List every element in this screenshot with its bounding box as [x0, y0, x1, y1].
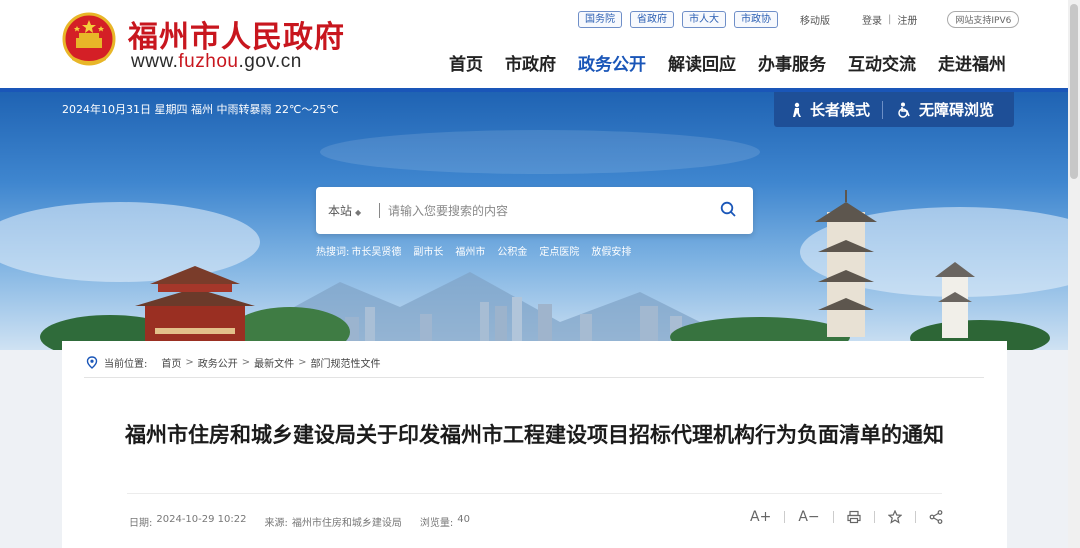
search-scope-label: 本站: [328, 204, 353, 218]
breadcrumb-separator: >: [241, 357, 251, 368]
mobile-version-link[interactable]: 移动版: [800, 12, 830, 27]
chevron-updown-icon: ◆: [355, 208, 362, 217]
login-link[interactable]: 登录: [862, 12, 882, 27]
pill-shizhengxie[interactable]: 市政协: [734, 11, 778, 28]
search-scope-select[interactable]: 本站 ◆: [328, 202, 361, 219]
views-label: 浏览量:: [419, 518, 454, 529]
breadcrumb-divider: [84, 377, 984, 378]
hot-search-label: 热搜词:: [316, 247, 350, 258]
banner: 2024年10月31日 星期四 福州 中雨转暴雨 22℃～25℃ 长者模式 无障…: [0, 92, 1080, 350]
site-header: 福州市人民政府 www.fuzhou.gov.cn 国务院 省政府 市人大 市政…: [0, 0, 1080, 88]
tool-divider: [873, 511, 875, 523]
hot-word[interactable]: 放假安排: [591, 243, 631, 258]
pill-guowuyuan[interactable]: 国务院: [578, 11, 622, 28]
breadcrumb-dept-normative[interactable]: 部门规范性文件: [311, 355, 381, 370]
font-increase-button[interactable]: A+: [750, 509, 771, 525]
weather-info: 2024年10月31日 星期四 福州 中雨转暴雨 22℃～25℃: [62, 103, 339, 116]
site-domain: www.fuzhou.gov.cn: [131, 51, 302, 73]
site-name[interactable]: 福州市人民政府: [128, 12, 345, 56]
access-divider: [882, 100, 884, 119]
breadcrumb-label: 当前位置:: [104, 359, 148, 370]
scrollbar-thumb[interactable]: [1070, 4, 1078, 179]
register-link[interactable]: 注册: [897, 12, 917, 27]
tool-divider: [832, 511, 834, 523]
hot-word[interactable]: 福州市: [455, 243, 485, 258]
breadcrumb-gov-affairs[interactable]: 政务公开: [198, 355, 238, 370]
article-tools: A+ A−: [750, 509, 943, 525]
breadcrumb-home[interactable]: 首页: [161, 355, 181, 370]
wheelchair-icon: [898, 102, 910, 118]
accessible-browse-label: 无障碍浏览: [919, 101, 995, 119]
hot-word[interactable]: 定点医院: [539, 243, 579, 258]
article-meta: 日期: 2024-10-29 10:22 来源: 福州市住房和城乡建设局 浏览量…: [129, 514, 474, 529]
source-label: 来源:: [264, 518, 288, 529]
nav-interaction[interactable]: 互动交流: [848, 50, 916, 75]
article-card: 当前位置: 首页 > 政务公开 > 最新文件 > 部门规范性文件 福州市住房和城…: [62, 341, 1007, 548]
elder-mode-label: 长者模式: [810, 101, 871, 119]
hot-search-words: 热搜词: 市长吴贤德 副市长 福州市 公积金 定点医院 放假安排: [316, 243, 631, 258]
breadcrumb-separator: >: [298, 357, 307, 368]
hot-word[interactable]: 市长吴贤德: [351, 243, 401, 258]
nav-services[interactable]: 办事服务: [758, 50, 826, 75]
tool-divider: [914, 511, 916, 523]
view-count: 40: [457, 514, 470, 525]
domain-brand: fuzhou: [178, 51, 239, 72]
national-emblem-icon[interactable]: [62, 12, 116, 68]
breadcrumb-latest-files[interactable]: 最新文件: [254, 355, 294, 370]
star-icon[interactable]: [887, 510, 902, 524]
top-links: 国务院 省政府 市人大 市政协 移动版 登录 | 注册 网站支持IPV6: [578, 11, 1020, 28]
domain-prefix: www.: [131, 51, 179, 72]
nav-home[interactable]: 首页: [449, 50, 483, 75]
accessibility-bar: 长者模式 无障碍浏览: [774, 92, 1014, 127]
location-pin-icon: [86, 356, 98, 369]
main-nav: 首页 市政府 政务公开 解读回应 办事服务 互动交流 走进福州: [427, 50, 1006, 75]
tool-divider: [784, 511, 786, 523]
breadcrumb-separator: >: [185, 357, 194, 368]
page-scrollbar[interactable]: [1068, 0, 1080, 548]
elder-icon: [793, 102, 801, 117]
font-decrease-button[interactable]: A−: [798, 509, 819, 525]
search-box: 本站 ◆: [316, 187, 753, 234]
print-icon[interactable]: [847, 510, 861, 524]
breadcrumb: 当前位置: 首页 > 政务公开 > 最新文件 > 部门规范性文件: [86, 355, 381, 370]
search-button[interactable]: [720, 201, 736, 221]
link-divider: |: [888, 14, 892, 25]
domain-suffix: .gov.cn: [238, 51, 302, 72]
article-title: 福州市住房和城乡建设局关于印发福州市工程建设项目招标代理机构行为负面清单的通知: [125, 423, 944, 447]
nav-about-fuzhou[interactable]: 走进福州: [938, 50, 1006, 75]
search-input[interactable]: [388, 200, 688, 221]
nav-city-government[interactable]: 市政府: [505, 50, 556, 75]
pill-shirenda[interactable]: 市人大: [682, 11, 726, 28]
publish-date: 2024-10-29 10:22: [156, 514, 247, 525]
hot-word[interactable]: 副市长: [413, 243, 443, 258]
hot-word[interactable]: 公积金: [497, 243, 527, 258]
date-label: 日期:: [129, 518, 153, 529]
nav-interpretation[interactable]: 解读回应: [668, 50, 736, 75]
ipv6-badge: 网站支持IPV6: [947, 11, 1020, 28]
search-divider: [379, 203, 380, 218]
elder-mode-button[interactable]: 长者模式: [790, 99, 870, 120]
accessible-browse-button[interactable]: 无障碍浏览: [897, 99, 994, 120]
nav-government-affairs[interactable]: 政务公开: [578, 50, 646, 75]
title-divider: [127, 493, 942, 494]
pill-shengzhengfu[interactable]: 省政府: [630, 11, 674, 28]
article-source: 福州市住房和城乡建设局: [291, 518, 402, 529]
search-icon: [720, 201, 736, 217]
share-icon[interactable]: [929, 510, 943, 524]
